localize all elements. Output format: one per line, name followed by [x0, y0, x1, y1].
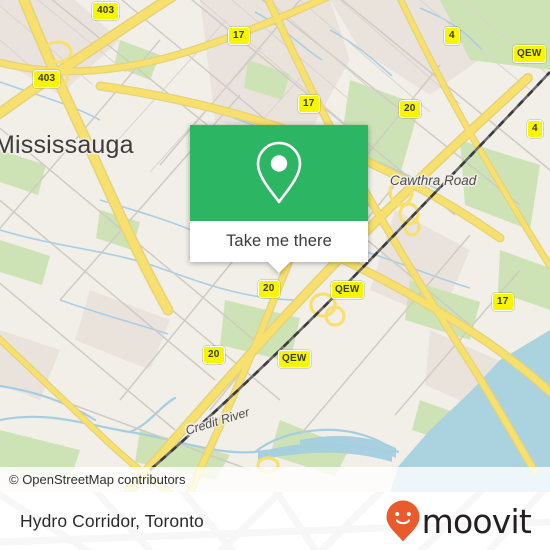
shield-20-lower: 20: [203, 346, 225, 364]
shield-qew-lower: QEW: [278, 350, 311, 368]
page-title: Hydro Corridor, Toronto: [20, 510, 204, 531]
osm-attribution-bar: © OpenStreetMap contributors: [0, 467, 550, 492]
city-label-mississauga: Mississauga: [0, 131, 134, 159]
location-popup[interactable]: Take me there: [190, 125, 368, 273]
shield-403-left: 403: [33, 70, 61, 88]
moovit-wordmark: moovit: [421, 501, 532, 541]
shield-20-upper: 20: [399, 100, 421, 118]
shield-4-top: 4: [444, 27, 460, 45]
shield-17-top: 17: [228, 27, 250, 45]
road-label-cawthra: Cawthra Road: [390, 173, 477, 188]
shield-20-center: 20: [258, 280, 280, 298]
popup-footer[interactable]: Take me there: [190, 221, 368, 273]
moovit-logo: moovit: [386, 500, 532, 542]
shield-qew-center: QEW: [331, 281, 364, 299]
popup-pointer: [268, 262, 290, 273]
shield-qew-topright: QEW: [513, 45, 546, 63]
map-screenshot: 403 403 17 17 4 QEW 20 4 20 QEW 17 20 QE…: [0, 0, 550, 550]
osm-attribution-text: © OpenStreetMap contributors: [9, 472, 186, 487]
shield-403-top: 403: [92, 2, 120, 20]
map-pin-icon: [256, 141, 302, 204]
shield-4-right: 4: [527, 120, 543, 138]
shield-17-right: 17: [492, 293, 514, 311]
map-canvas[interactable]: 403 403 17 17 4 QEW 20 4 20 QEW 17 20 QE…: [0, 0, 550, 492]
take-me-there-label: Take me there: [226, 232, 332, 250]
shield-17-upper: 17: [298, 95, 320, 113]
moovit-smiling-pin-icon: [386, 500, 420, 542]
footer-bar: Hydro Corridor, Toronto moovit: [0, 492, 550, 550]
popup-header: [190, 125, 368, 221]
